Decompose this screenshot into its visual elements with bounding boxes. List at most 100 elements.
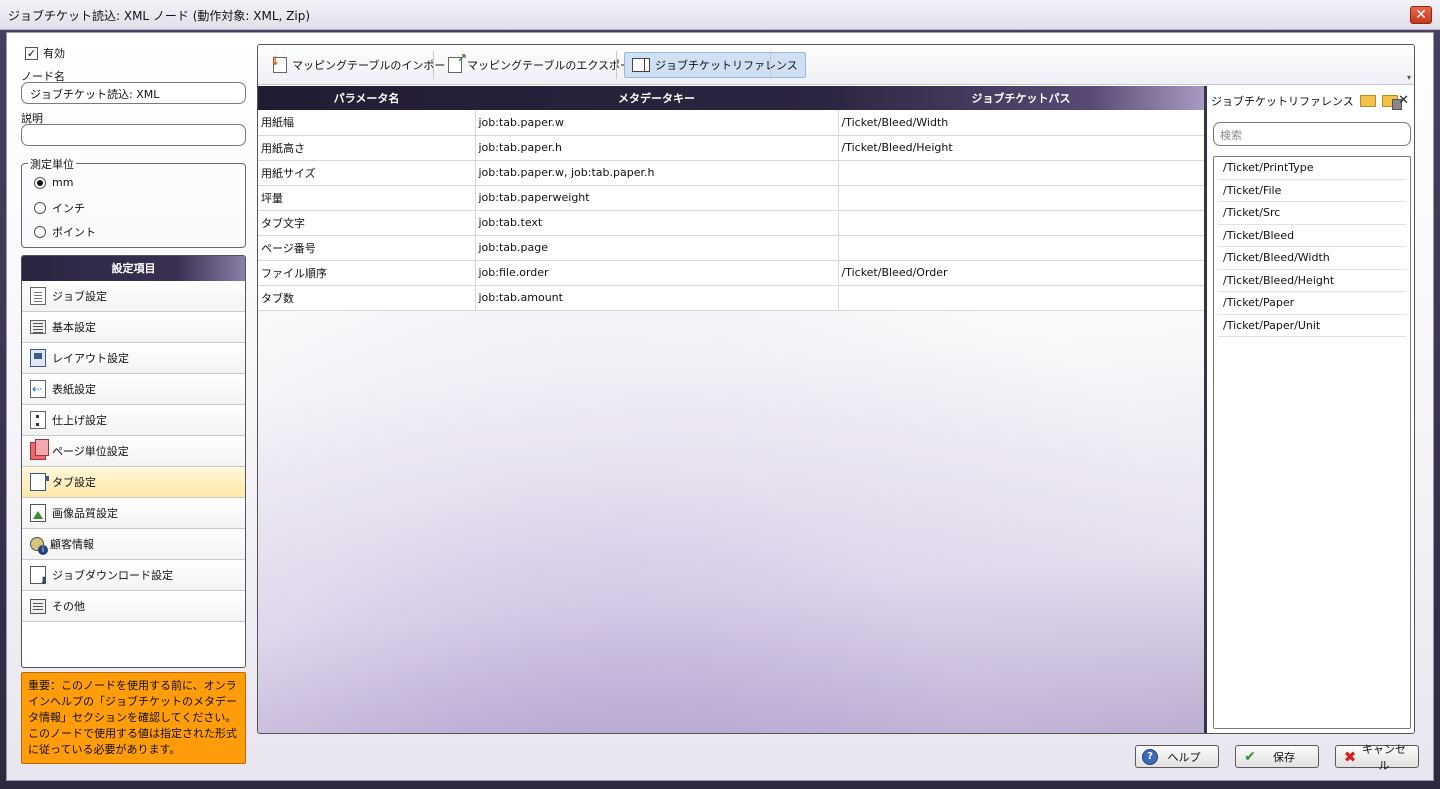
- description-input[interactable]: [21, 124, 246, 146]
- table-row[interactable]: タブ文字 job:tab.text: [258, 210, 1205, 236]
- list-item[interactable]: /Ticket/Src: [1218, 202, 1406, 225]
- table-row[interactable]: 用紙幅 job:tab.paper.w /Ticket/Bleed/Width: [258, 110, 1205, 136]
- node-name-input[interactable]: ジョブチケット読込: XML: [21, 82, 246, 104]
- table-header-row: パラメータ名 メタデータキー ジョブチケットパス: [258, 86, 1204, 110]
- column-header-parameter[interactable]: パラメータ名: [258, 86, 475, 110]
- export-mapping-button[interactable]: マッピングテーブルのエクスポート: [441, 51, 649, 78]
- help-label: ヘルプ: [1167, 750, 1201, 764]
- reference-panel-title: ジョブチケットリファレンス: [1211, 95, 1354, 108]
- settings-item-layout[interactable]: レイアウト設定: [22, 343, 245, 374]
- list-item[interactable]: /Ticket/Paper: [1218, 292, 1406, 315]
- metadata-key-cell[interactable]: job:file.order: [475, 260, 839, 286]
- settings-item-customer[interactable]: 顧客情報: [22, 529, 245, 560]
- cover-settings-icon: [30, 380, 46, 398]
- ticket-path-cell[interactable]: [838, 185, 1205, 211]
- job-download-icon: [30, 566, 48, 587]
- dialog-window: ジョブチケット読込: XML ノード (動作対象: XML, Zip) ✕ ✓ …: [0, 0, 1440, 789]
- close-icon[interactable]: ✕: [1410, 6, 1432, 24]
- radio-mm[interactable]: [34, 176, 46, 189]
- table-row[interactable]: タブ数 job:tab.amount: [258, 285, 1205, 311]
- list-item[interactable]: /Ticket/File: [1218, 180, 1406, 202]
- settings-item-label: ページ単位設定: [52, 445, 129, 458]
- enabled-checkbox[interactable]: ✓: [25, 46, 38, 60]
- checkmark-icon: ✔: [1244, 748, 1256, 765]
- title-bar: ジョブチケット読込: XML ノード (動作対象: XML, Zip) ✕: [0, 0, 1440, 30]
- save-button[interactable]: ✔ 保存: [1235, 745, 1319, 768]
- parameter-cell: タブ文字: [258, 210, 476, 236]
- ticket-path-cell[interactable]: [838, 160, 1205, 186]
- column-header-ticket-path[interactable]: ジョブチケットパス: [838, 86, 1204, 110]
- settings-item-label: 顧客情報: [50, 538, 94, 551]
- settings-item-tab[interactable]: タブ設定: [22, 467, 245, 498]
- metadata-key-cell[interactable]: job:tab.paper.h: [475, 135, 839, 161]
- finishing-settings-icon: [30, 411, 46, 429]
- table-row[interactable]: 用紙高さ job:tab.paper.h /Ticket/Bleed/Heigh…: [258, 135, 1205, 161]
- other-settings-icon: [30, 598, 46, 614]
- unit-radio-point[interactable]: ポイント: [34, 224, 96, 240]
- settings-item-page[interactable]: ページ単位設定: [22, 436, 245, 467]
- enabled-checkbox-row[interactable]: ✓ 有効: [25, 45, 65, 61]
- settings-item-download[interactable]: ジョブダウンロード設定: [22, 560, 245, 591]
- column-header-metadata-key[interactable]: メタデータキー: [475, 86, 838, 110]
- reference-search-input[interactable]: 検索: [1213, 122, 1411, 146]
- table-row[interactable]: 坪量 job:tab.paperweight: [258, 185, 1205, 211]
- basic-settings-icon: [30, 320, 46, 334]
- metadata-key-cell[interactable]: job:tab.text: [475, 210, 839, 236]
- metadata-key-cell[interactable]: job:tab.amount: [475, 285, 839, 311]
- settings-item-cover[interactable]: 表紙設定: [22, 374, 245, 405]
- enabled-label: 有効: [43, 47, 65, 60]
- clear-folder-icon[interactable]: [1381, 95, 1402, 110]
- settings-item-basic[interactable]: 基本設定: [22, 312, 245, 343]
- list-item[interactable]: /Ticket/PrintType: [1218, 157, 1406, 180]
- ticket-path-cell[interactable]: /Ticket/Bleed/Order: [838, 260, 1205, 286]
- metadata-key-cell[interactable]: job:tab.page: [475, 235, 839, 261]
- units-legend: 測定単位: [28, 156, 76, 172]
- unit-radio-inch[interactable]: インチ: [34, 200, 85, 216]
- list-item[interactable]: /Ticket/Paper/Unit: [1218, 315, 1406, 337]
- settings-item-label: タブ設定: [52, 476, 96, 489]
- unit-radio-mm[interactable]: mm: [34, 176, 73, 189]
- toolbar-overflow-icon[interactable]: ▾: [1407, 73, 1411, 82]
- metadata-key-cell[interactable]: job:tab.paper.w: [475, 110, 839, 136]
- jobticket-reference-label: ジョブチケットリファレンス: [655, 59, 798, 72]
- ticket-path-cell[interactable]: [838, 235, 1205, 261]
- ticket-path-cell[interactable]: [838, 210, 1205, 236]
- radio-point[interactable]: [34, 226, 46, 238]
- list-item[interactable]: /Ticket/Bleed/Width: [1218, 247, 1406, 270]
- list-item[interactable]: /Ticket/Bleed: [1218, 225, 1406, 247]
- job-settings-icon: [30, 287, 46, 305]
- table-row[interactable]: 用紙サイズ job:tab.paper.w, job:tab.paper.h: [258, 160, 1205, 186]
- close-panel-icon[interactable]: ✕: [1398, 93, 1409, 108]
- ticket-path-cell[interactable]: [838, 285, 1205, 311]
- open-folder-icon[interactable]: [1359, 95, 1376, 107]
- unit-label-inch: インチ: [52, 202, 85, 215]
- settings-item-image-quality[interactable]: 画像品質設定: [22, 498, 245, 529]
- cancel-button[interactable]: ✖ キャンセル: [1335, 743, 1419, 772]
- import-icon: [270, 54, 287, 73]
- parameter-cell: 用紙幅: [258, 110, 476, 136]
- mapping-grid: パラメータ名 メタデータキー ジョブチケットパス 用紙幅 job:tab.pap…: [258, 86, 1205, 733]
- jobticket-reference-button[interactable]: ジョブチケットリファレンス: [624, 52, 806, 78]
- radio-inch[interactable]: [34, 202, 46, 214]
- parameter-cell: ページ番号: [258, 235, 476, 261]
- ticket-path-cell[interactable]: /Ticket/Bleed/Height: [838, 135, 1205, 161]
- jobticket-reference-panel: ジョブチケットリファレンス ✕ 検索 /Ticket/PrintType /Ti…: [1207, 86, 1414, 733]
- save-label: 保存: [1273, 750, 1295, 764]
- settings-item-finishing[interactable]: 仕上げ設定: [22, 405, 245, 436]
- settings-item-other[interactable]: その他: [22, 591, 245, 622]
- table-row[interactable]: ファイル順序 job:file.order /Ticket/Bleed/Orde…: [258, 260, 1205, 286]
- toolbar-divider: [433, 51, 434, 79]
- settings-item-label: ジョブ設定: [52, 290, 107, 303]
- metadata-key-cell[interactable]: job:tab.paper.w, job:tab.paper.h: [475, 160, 839, 186]
- cancel-x-icon: ✖: [1343, 747, 1357, 766]
- cancel-label: キャンセル: [1362, 742, 1406, 772]
- settings-item-job[interactable]: ジョブ設定: [22, 281, 245, 312]
- help-button[interactable]: ? ヘルプ: [1135, 745, 1219, 768]
- metadata-key-cell[interactable]: job:tab.paperweight: [475, 185, 839, 211]
- unit-label-mm: mm: [52, 176, 74, 189]
- list-item[interactable]: /Ticket/Bleed/Height: [1218, 270, 1406, 292]
- toolbar-divider: [770, 51, 771, 79]
- table-row[interactable]: ページ番号 job:tab.page: [258, 235, 1205, 261]
- reference-list: /Ticket/PrintType /Ticket/File /Ticket/S…: [1213, 156, 1411, 729]
- ticket-path-cell[interactable]: /Ticket/Bleed/Width: [838, 110, 1205, 136]
